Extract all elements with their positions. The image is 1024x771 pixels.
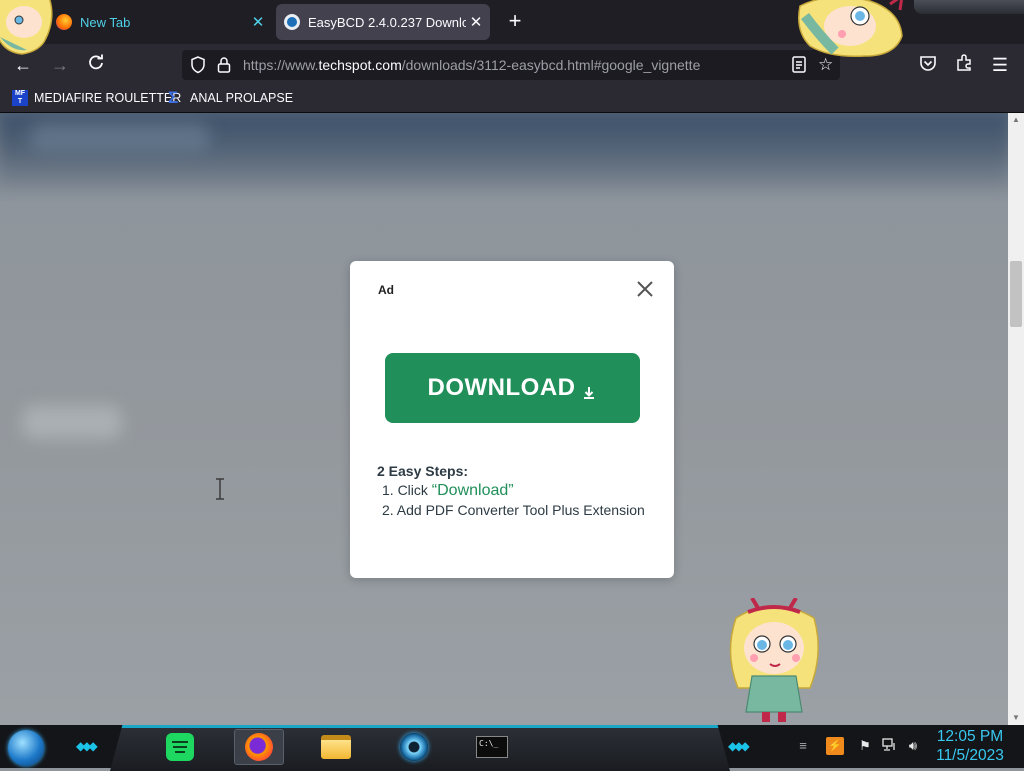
close-tab-icon[interactable]: ✕ <box>466 13 486 31</box>
ad-dialog: Ad DOWNLOAD 2 Easy Steps: 1. Click “Down… <box>350 261 674 578</box>
text-cursor-icon <box>215 478 225 500</box>
url-text[interactable]: https://www.techspot.com/downloads/3112-… <box>243 57 700 73</box>
taskbar-file-explorer[interactable] <box>312 729 360 765</box>
scroll-up-icon[interactable]: ▲ <box>1008 113 1024 127</box>
reload-icon[interactable] <box>85 54 107 76</box>
pocket-icon[interactable] <box>917 54 939 76</box>
new-tab-button[interactable]: + <box>504 10 526 32</box>
window-frame-decoration <box>914 0 1024 14</box>
tab-new-tab[interactable]: New Tab ✕ <box>50 4 272 40</box>
blurred-logo <box>30 123 210 153</box>
clock-date: 11/5/2023 <box>936 747 1004 764</box>
extensions-icon[interactable] <box>953 54 975 76</box>
techspot-favicon <box>284 14 300 30</box>
step-2: 2. Add PDF Converter Tool Plus Extension <box>382 502 645 518</box>
tray-app-icon[interactable]: ⚡ <box>826 737 844 755</box>
action-center-flag-icon[interactable]: ⚑ <box>856 737 874 755</box>
taskbar-spotify[interactable] <box>158 729 202 765</box>
system-clock[interactable]: 12:05 PM 11/5/2023 <box>930 727 1010 765</box>
ad-label: Ad <box>378 283 394 297</box>
tab-easybcd[interactable]: EasyBCD 2.4.0.237 Download | TechSpot ✕ <box>276 4 490 40</box>
download-button[interactable]: DOWNLOAD <box>385 353 640 423</box>
taskbar-terminal[interactable]: C:\_ <box>470 729 514 765</box>
cartoon-mascot-top-left <box>0 0 62 62</box>
reader-view-icon[interactable] <box>792 56 806 78</box>
cartoon-mascot-bottom <box>722 596 826 724</box>
sigma-icon: Σ <box>168 88 179 107</box>
spotify-icon <box>166 733 194 761</box>
show-hidden-icons-icon[interactable]: ≡ <box>794 737 812 755</box>
taskbar-settings[interactable] <box>392 729 436 765</box>
tab-title: EasyBCD 2.4.0.237 Download | TechSpot <box>308 14 466 30</box>
start-button[interactable] <box>8 730 44 766</box>
url-bar[interactable]: https://www.techspot.com/downloads/3112-… <box>182 50 840 80</box>
taskbar: ◆◆◆ C:\_ ◆◆◆ ≡ ⚡ ⚑ 🔊︎ <box>0 725 1024 771</box>
step-1: 1. Click “Download” <box>382 482 514 499</box>
settings-gear-icon <box>400 733 428 761</box>
terminal-icon: C:\_ <box>476 736 508 758</box>
lock-icon[interactable] <box>217 56 231 79</box>
volume-icon[interactable]: 🔊︎ <box>904 737 922 755</box>
page-scrollbar[interactable]: ▲ ▼ <box>1008 113 1024 725</box>
scroll-down-icon[interactable]: ▼ <box>1008 711 1024 725</box>
file-explorer-icon <box>321 735 351 759</box>
blurred-element <box>22 405 122 439</box>
mediafire-icon: MF T <box>12 90 28 106</box>
bookmark-anal-prolapse[interactable]: Σ ANAL PROLAPSE <box>168 88 293 107</box>
menu-icon[interactable]: ☰ <box>989 54 1011 76</box>
steps-heading: 2 Easy Steps: <box>377 463 469 479</box>
taskbar-firefox[interactable] <box>234 729 284 765</box>
clock-time: 12:05 PM <box>936 728 1004 745</box>
cartoon-mascot-top-right <box>790 0 910 58</box>
decor-chevrons-icon: ◆◆◆ <box>728 739 750 753</box>
download-icon <box>581 380 597 399</box>
close-tab-icon[interactable]: ✕ <box>248 13 268 31</box>
shield-icon[interactable] <box>190 56 206 79</box>
bookmarks-toolbar: MF T MEDIAFIRE ROULETTER Σ ANAL PROLAPSE <box>0 86 1024 113</box>
decor-chevrons-icon: ◆◆◆ <box>76 739 98 753</box>
bookmark-mediafire-rouletter[interactable]: MF T MEDIAFIRE ROULETTER <box>12 90 181 106</box>
close-icon[interactable] <box>634 278 656 300</box>
firefox-icon <box>245 733 273 761</box>
tab-title: New Tab <box>80 14 131 30</box>
scroll-thumb[interactable] <box>1010 261 1022 327</box>
network-icon[interactable] <box>880 737 898 755</box>
